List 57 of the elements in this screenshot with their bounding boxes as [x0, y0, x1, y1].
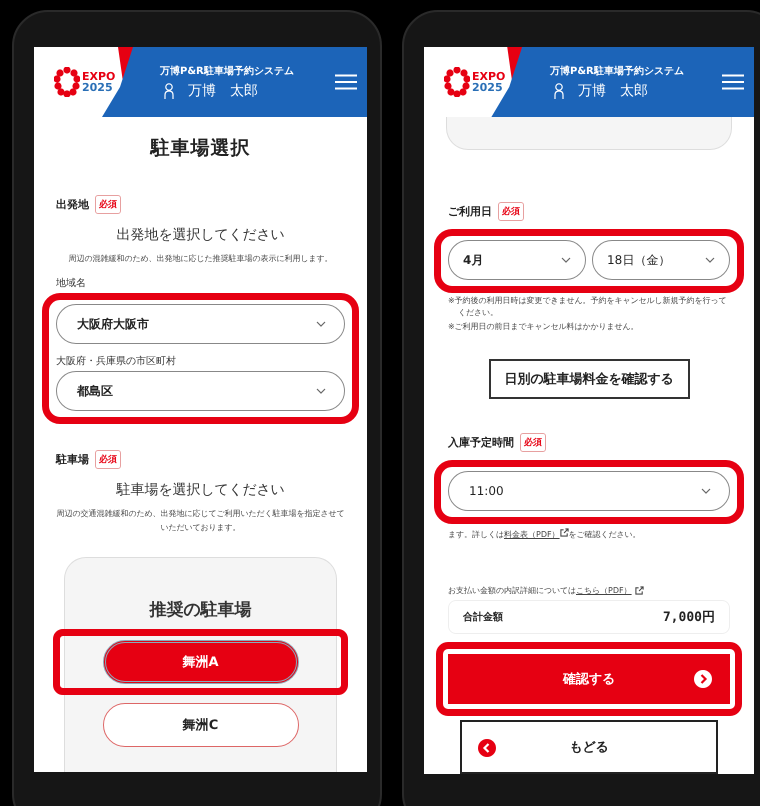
external-link-icon — [560, 528, 569, 537]
field-label: 地域名 — [56, 276, 87, 290]
card-title: 推奨の駐車場 — [150, 599, 252, 621]
logo-icon — [444, 67, 470, 97]
user-name: 万博 太郎 — [578, 82, 648, 100]
required-badge: 必須 — [498, 202, 524, 221]
logo-text: 2025 — [82, 82, 114, 93]
parking-option[interactable]: 舞洲A — [102, 640, 298, 684]
field-label: 大阪府・兵庫県の市区町村 — [56, 354, 177, 368]
person-icon — [164, 83, 174, 99]
field-label: 出発地 — [56, 197, 89, 212]
note-text: ます。詳しくは料金表（PDF） をご確認ください。 — [448, 528, 642, 541]
total-label: 合計金額 — [463, 610, 503, 624]
logo-text: EXPO — [472, 71, 506, 82]
arrow-left-icon — [478, 739, 496, 757]
required-badge: 必須 — [95, 195, 121, 214]
note-text: ※ご利用日の前日までキャンセル料はかかりません。 — [448, 321, 640, 333]
pdf-link[interactable]: 料金表（PDF） — [504, 530, 560, 539]
chevron-icon — [701, 488, 711, 494]
required-badge: 必須 — [95, 450, 121, 469]
pdf-link[interactable]: こちら（PDF） — [576, 586, 632, 595]
back-button[interactable]: もどる — [460, 720, 718, 774]
parking-option[interactable]: 舞洲C — [102, 703, 298, 747]
dropdown[interactable]: 18日（金） — [592, 240, 730, 280]
chevron-icon — [316, 388, 326, 394]
total-amount: 7,000円 — [662, 609, 715, 626]
section-heading: 出発地を選択してください — [116, 226, 286, 244]
field-label: ご利用日 — [448, 204, 492, 219]
logo-text: 2025 — [472, 82, 504, 93]
field-label: 駐車場 — [56, 452, 89, 467]
chevron-icon — [561, 257, 571, 263]
confirm-button[interactable]: 確認する — [448, 654, 730, 704]
chevron-icon — [705, 257, 715, 263]
logo-icon — [54, 67, 80, 97]
dropdown[interactable]: 4月 — [448, 240, 586, 280]
page-title: 駐車場選択 — [148, 136, 252, 161]
payment-note: お支払い金額の内訳詳細についてはこちら（PDF） — [448, 585, 632, 596]
fee-check-button[interactable]: 日別の駐車場料金を確認する — [488, 359, 690, 399]
section-heading: 駐車場を選択してください — [115, 481, 286, 499]
system-title: 万博P&R駐車場予約システム — [550, 64, 685, 78]
dropdown[interactable]: 大阪府大阪市 — [56, 304, 345, 344]
system-title: 万博P&R駐車場予約システム — [160, 64, 295, 78]
help-text: 周辺の混雑緩和のため、出発地に応じた推奨駐車場の表示に利用します。 — [68, 253, 334, 265]
dropdown[interactable]: 都島区 — [56, 371, 345, 411]
help-text: 周辺の交通混雑緩和のため、出発地に応じてご利用いただく駐車場を指定させていただいております。 — [56, 508, 345, 534]
required-badge: 必須 — [520, 433, 546, 452]
dropdown[interactable]: 11:00 — [448, 471, 730, 511]
field-label: 入庫予定時間 — [448, 435, 514, 450]
menu-icon[interactable] — [335, 74, 357, 90]
logo-text: EXPO — [82, 71, 116, 82]
user-name: 万博 太郎 — [188, 82, 258, 100]
external-link-icon — [634, 586, 644, 595]
menu-icon[interactable] — [722, 74, 744, 90]
arrow-right-icon — [694, 670, 712, 688]
note-text: ※予約後の利用日時は変更できません。予約をキャンセルし新規予約を行ってください。 — [448, 295, 728, 319]
person-icon — [554, 83, 564, 99]
chevron-icon — [316, 321, 326, 327]
